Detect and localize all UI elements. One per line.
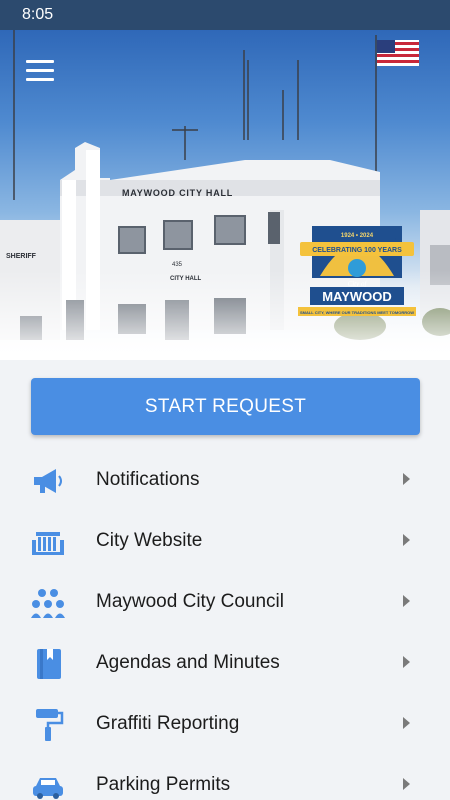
building-sign: MAYWOOD CITY HALL xyxy=(122,188,233,198)
chevron-right-icon xyxy=(403,595,410,607)
emblem-name: MAYWOOD xyxy=(322,289,392,304)
door-sign: CITY HALL xyxy=(170,276,202,282)
start-request-button[interactable]: START REQUEST xyxy=(31,378,420,435)
menu-label: Graffiti Reporting xyxy=(96,713,240,734)
chevron-right-icon xyxy=(403,534,410,546)
menu-label: Agendas and Minutes xyxy=(96,652,280,673)
chevron-right-icon xyxy=(403,473,410,485)
menu-item-agendas-minutes[interactable]: Agendas and Minutes xyxy=(0,634,450,695)
megaphone-icon xyxy=(34,469,62,493)
book-icon xyxy=(37,649,61,679)
menu-label: City Website xyxy=(96,530,203,551)
status-bar: 8:05 xyxy=(0,0,450,30)
centennial-emblem: 1924 • 2024 CELEBRATING 100 YEARS City o… xyxy=(298,226,416,316)
status-time: 8:05 xyxy=(22,6,54,23)
chevron-right-icon xyxy=(403,717,410,729)
menu-label: Maywood City Council xyxy=(96,591,284,612)
menu-icon[interactable] xyxy=(26,60,54,82)
paint-roller-icon xyxy=(36,709,64,741)
menu-label: Parking Permits xyxy=(96,774,231,795)
hero-banner: MAYWOOD CITY HALL SHERIFF CITY HALL 435 … xyxy=(0,30,450,360)
emblem-ribbon: CELEBRATING 100 YEARS xyxy=(312,247,402,254)
car-icon xyxy=(33,778,63,799)
people-group-icon xyxy=(31,589,65,618)
emblem-years: 1924 • 2024 xyxy=(341,233,374,239)
flag xyxy=(377,40,419,66)
menu-item-city-website[interactable]: City Website xyxy=(0,512,450,573)
main-content: START REQUEST Notifications City Website xyxy=(0,360,450,800)
emblem-tagline: SMALL CITY, WHERE OUR TRADITIONS MEET TO… xyxy=(300,310,414,315)
city-hall-photo: MAYWOOD CITY HALL SHERIFF CITY HALL 435 … xyxy=(0,30,450,360)
menu-item-city-council[interactable]: Maywood City Council xyxy=(0,573,450,634)
menu-label: Notifications xyxy=(96,469,200,490)
address-number: 435 xyxy=(172,262,183,268)
menu-item-parking-permits[interactable]: Parking Permits xyxy=(0,756,450,800)
wing-sign: SHERIFF xyxy=(6,253,37,260)
menu-item-graffiti-reporting[interactable]: Graffiti Reporting xyxy=(0,695,450,756)
chevron-right-icon xyxy=(403,778,410,790)
chevron-right-icon xyxy=(403,656,410,668)
building-icon xyxy=(32,532,64,555)
menu-item-notifications[interactable]: Notifications xyxy=(0,451,450,512)
emblem-city-of: City of xyxy=(348,280,368,288)
